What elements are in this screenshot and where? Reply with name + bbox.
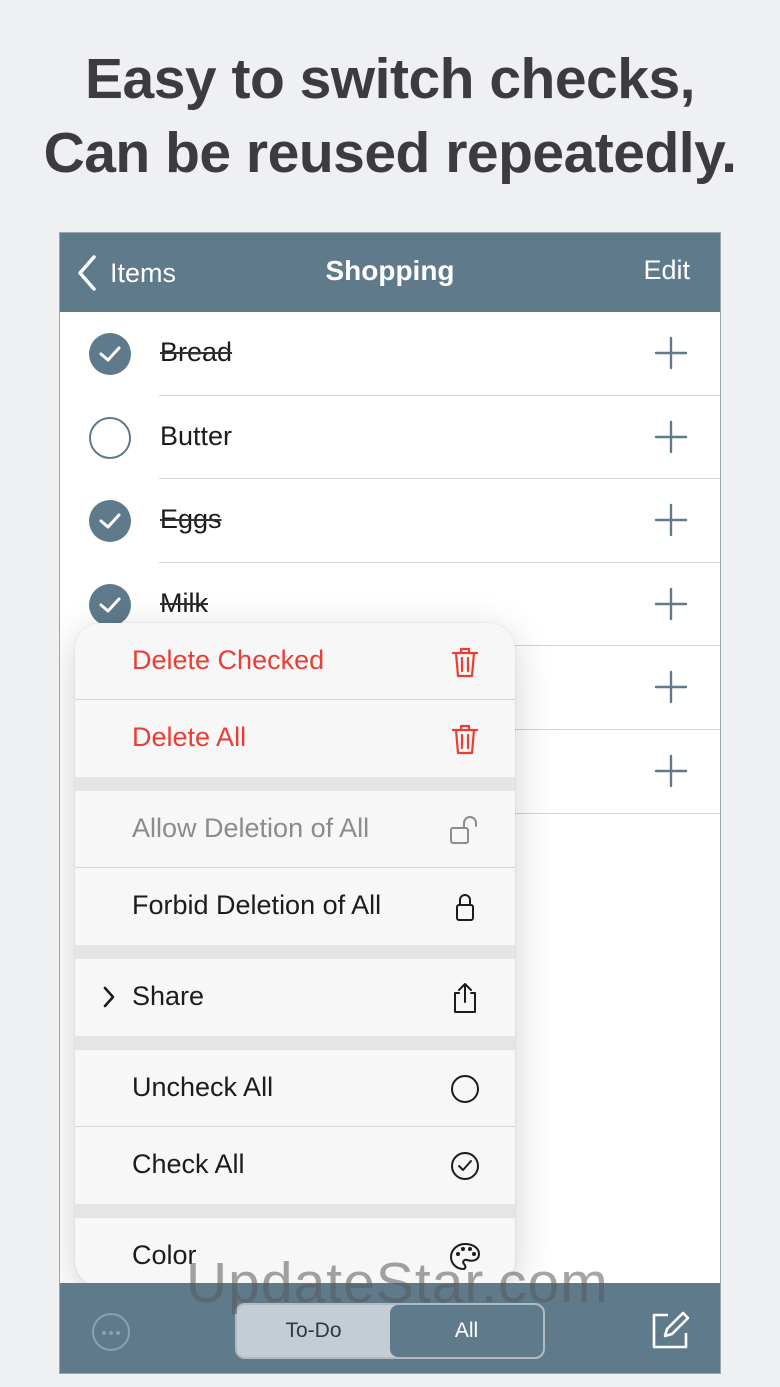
plus-icon[interactable]	[654, 670, 688, 704]
segment-all[interactable]: All	[390, 1305, 543, 1357]
back-button-label: Items	[110, 257, 177, 288]
navigation-bar: Items Shopping Edit	[60, 233, 720, 312]
item-label: Eggs	[160, 504, 222, 535]
checkmark-icon	[99, 346, 121, 362]
menu-item-forbid-deletion[interactable]: Forbid Deletion of All	[75, 868, 515, 945]
checkbox-checked[interactable]	[89, 500, 131, 543]
menu-item-label: Delete All	[132, 722, 247, 752]
menu-separator	[75, 945, 515, 959]
list-item: Eggs	[60, 479, 720, 563]
checkbox-checked[interactable]	[89, 333, 131, 375]
menu-item-label: Check All	[132, 1149, 245, 1179]
plus-icon[interactable]	[654, 420, 688, 454]
compose-icon[interactable]	[648, 1309, 692, 1353]
segment-todo[interactable]: To-Do	[237, 1305, 390, 1357]
menu-item-delete-all[interactable]: Delete All	[75, 700, 515, 777]
menu-item-color[interactable]: Color	[75, 1218, 515, 1287]
palette-icon	[449, 1242, 481, 1271]
menu-separator	[75, 1036, 515, 1050]
share-icon	[454, 983, 476, 1013]
plus-icon[interactable]	[654, 336, 688, 370]
app-screen: Items Shopping Edit Bread Butter Eggs Mi…	[59, 232, 721, 1374]
more-options-button[interactable]	[92, 1313, 130, 1351]
item-label: Butter	[160, 420, 233, 451]
chevron-left-icon	[78, 255, 96, 291]
menu-item-label: Forbid Deletion of All	[132, 890, 382, 920]
menu-item-uncheck-all[interactable]: Uncheck All	[75, 1050, 515, 1127]
menu-separator	[75, 1204, 515, 1218]
menu-item-share[interactable]: Share	[75, 959, 515, 1036]
menu-item-label: Color	[132, 1240, 197, 1270]
list-item: Bread	[60, 312, 720, 396]
plus-icon[interactable]	[654, 587, 688, 621]
plus-icon[interactable]	[654, 754, 688, 788]
menu-item-check-all[interactable]: Check All	[75, 1127, 515, 1204]
trash-icon	[451, 724, 479, 755]
circle-icon	[451, 1075, 479, 1103]
back-button[interactable]: Items	[74, 253, 176, 293]
edit-button[interactable]: Edit	[643, 255, 690, 286]
chevron-right-icon	[103, 986, 115, 1008]
plus-icon[interactable]	[654, 503, 688, 537]
checkbox-unchecked[interactable]	[89, 416, 131, 459]
menu-item-label: Uncheck All	[132, 1072, 274, 1102]
filter-segmented-control: To-Do All	[235, 1303, 545, 1359]
ellipsis-dot	[102, 1331, 106, 1335]
checkbox-checked[interactable]	[89, 583, 131, 626]
item-label: Bread	[160, 337, 233, 367]
ellipsis-dot	[109, 1331, 113, 1335]
headline: Easy to switch checks, Can be reused rep…	[0, 42, 780, 190]
menu-item-delete-checked[interactable]: Delete Checked	[75, 623, 515, 700]
unlock-icon	[450, 816, 477, 844]
list-item: Butter	[60, 396, 720, 480]
menu-item-label: Allow Deletion of All	[132, 813, 370, 843]
menu-item-label: Delete Checked	[132, 645, 325, 675]
checkmark-icon	[99, 513, 121, 529]
menu-separator	[75, 777, 515, 791]
headline-line-2: Can be reused repeatedly.	[43, 121, 737, 185]
menu-item-allow-deletion[interactable]: Allow Deletion of All	[75, 791, 515, 868]
menu-item-label: Share	[132, 981, 205, 1011]
bottom-toolbar: To-Do All	[60, 1283, 720, 1373]
trash-icon	[451, 647, 479, 678]
checkmark-circle-icon	[451, 1152, 479, 1180]
lock-icon	[456, 894, 474, 921]
context-menu: Delete Checked Delete All Allow Deletion…	[75, 623, 515, 1287]
headline-line-1: Easy to switch checks,	[85, 47, 695, 111]
item-label: Milk	[160, 587, 208, 618]
ellipsis-dot	[116, 1331, 120, 1335]
checkmark-icon	[99, 597, 121, 613]
